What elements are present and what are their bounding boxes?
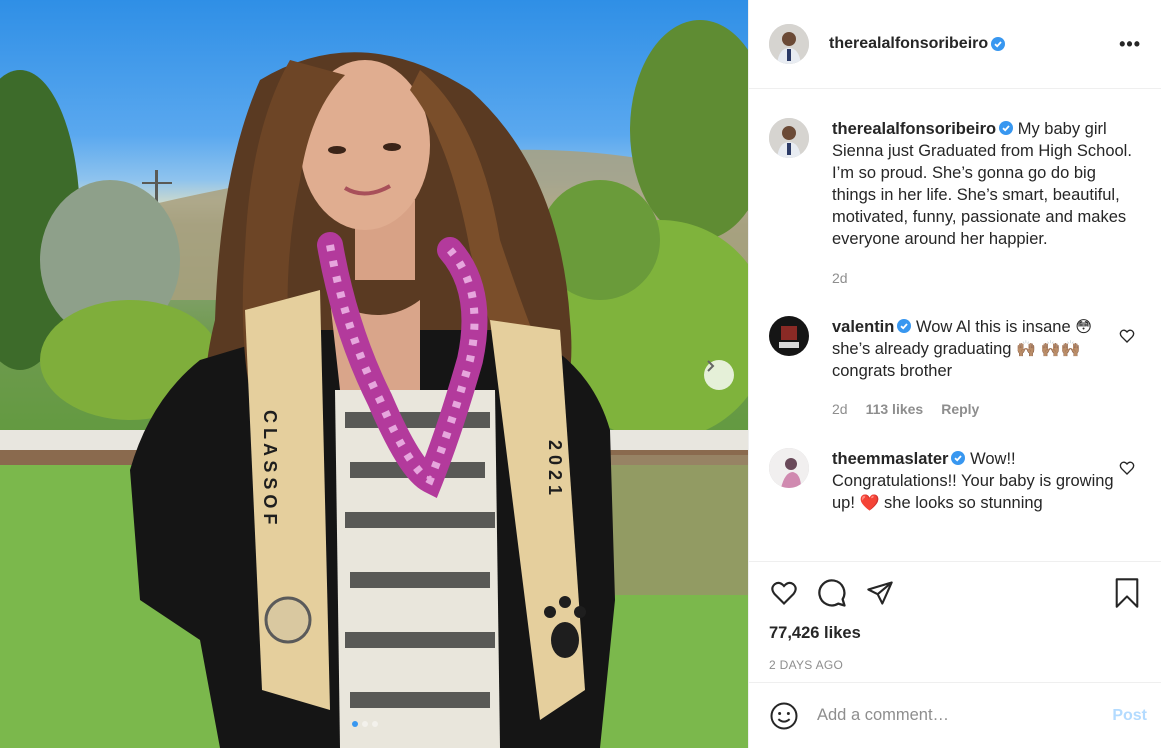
carousel-dot — [352, 721, 358, 727]
post-date[interactable]: 2 DAYS AGO — [769, 658, 1141, 672]
graduation-photo: C L A S S O F 2 0 2 1 — [0, 20, 748, 748]
add-comment-bar: Post — [749, 682, 1161, 748]
post-comment-button[interactable]: Post — [1112, 707, 1147, 725]
post-photo[interactable]: C L A S S O F 2 0 2 1 — [0, 0, 748, 748]
comment-button[interactable] — [817, 578, 847, 608]
save-button[interactable] — [1113, 577, 1141, 609]
caption-text: My baby girl Sienna just Graduated from … — [832, 120, 1132, 248]
comment-item: valentin Wow Al this is insane 😳 she’s a… — [769, 316, 1141, 420]
comment-username[interactable]: valentin — [832, 318, 894, 336]
likes-count[interactable]: 77,426 likes — [769, 624, 1141, 643]
avatar-image — [769, 24, 809, 64]
avatar-image — [769, 316, 809, 356]
verified-icon — [897, 319, 912, 333]
flushed-face-emoji: 😳 — [1075, 317, 1092, 336]
chevron-right-icon — [707, 360, 715, 372]
carousel-next-button[interactable] — [704, 360, 734, 390]
comment-text: congrats brother — [832, 362, 953, 380]
reply-button[interactable]: Reply — [941, 398, 979, 420]
share-icon — [867, 581, 893, 605]
avatar[interactable] — [769, 448, 809, 488]
red-heart-emoji: ❤️ — [859, 493, 880, 512]
avatar[interactable] — [769, 118, 809, 158]
comment-icon — [818, 579, 846, 607]
caption-age[interactable]: 2d — [832, 267, 848, 289]
comment-text: Wow Al this is insane — [915, 318, 1071, 336]
heart-icon — [771, 581, 797, 605]
bookmark-icon — [1115, 578, 1139, 608]
verified-icon — [999, 121, 1014, 135]
avatar-image — [769, 118, 809, 158]
comment-likes[interactable]: 113 likes — [866, 398, 924, 420]
avatar-image — [769, 448, 809, 488]
post-actions: 77,426 likes 2 DAYS AGO — [749, 561, 1161, 672]
raising-hands-emoji: 🙌🏽🙌🏽 — [1040, 339, 1081, 358]
carousel-dot — [362, 721, 368, 727]
heart-icon[interactable] — [1119, 460, 1135, 476]
avatar[interactable] — [769, 316, 809, 356]
comment-username[interactable]: theemmaslater — [832, 450, 948, 468]
svg-text:C L A S S O F: C L A S S O F — [260, 410, 280, 524]
post-header: therealalfonsoribeiro ••• — [749, 0, 1161, 89]
raising-hands-emoji: 🙌🏽 — [1016, 339, 1037, 358]
emoji-icon[interactable] — [769, 701, 799, 731]
caption-username[interactable]: therealalfonsoribeiro — [832, 120, 996, 138]
more-options-button[interactable]: ••• — [1119, 34, 1141, 55]
avatar[interactable] — [769, 24, 809, 64]
verified-icon — [951, 451, 966, 465]
carousel-dot — [372, 721, 378, 727]
comments-list[interactable]: therealalfonsoribeiro My baby girl Sienn… — [749, 90, 1161, 560]
caption: therealalfonsoribeiro My baby girl Sienn… — [769, 118, 1141, 289]
comment-item: theemmaslater Wow!! Congratulations!! Yo… — [769, 448, 1141, 514]
post-side-panel: therealalfonsoribeiro ••• therealalfonso… — [748, 0, 1161, 748]
share-button[interactable] — [865, 579, 895, 607]
heart-icon[interactable] — [1119, 328, 1135, 344]
carousel-indicator — [352, 721, 378, 727]
comment-text: she looks so stunning — [884, 494, 1043, 512]
verified-icon — [991, 37, 1006, 51]
add-comment-input[interactable] — [817, 706, 1113, 725]
comment-text: she’s already graduating — [832, 340, 1012, 358]
like-button[interactable] — [769, 579, 799, 607]
svg-text:2 0 2 1: 2 0 2 1 — [545, 440, 565, 495]
comment-age[interactable]: 2d — [832, 398, 848, 420]
post-author-username[interactable]: therealalfonsoribeiro — [829, 35, 988, 53]
